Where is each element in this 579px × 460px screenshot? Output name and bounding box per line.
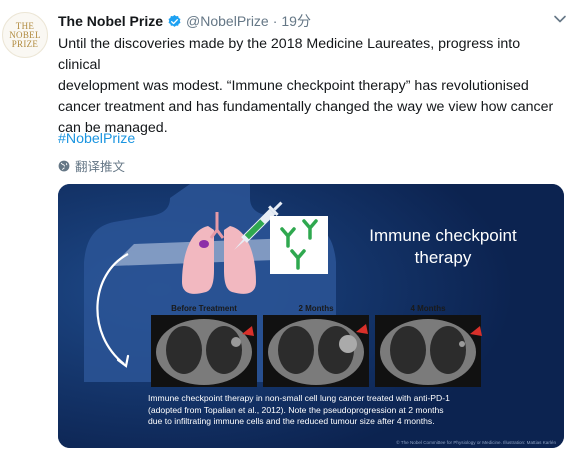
illustration-credit: © The Nobel Committee for Physiology or … — [396, 440, 556, 445]
avatar-line: PRIZE — [11, 38, 39, 49]
tweet-header: The Nobel Prize @NobelPrize · 19分 — [58, 11, 311, 31]
ct-scan-2 — [263, 315, 369, 387]
handle[interactable]: @NobelPrize — [186, 13, 269, 29]
caption-line: (adopted from Topalian et al., 2012). No… — [148, 404, 444, 415]
ct-scan-1 — [151, 315, 257, 387]
tweet-text-line: cancer treatment and has fundamentally c… — [58, 99, 554, 115]
globe-icon — [58, 160, 70, 171]
timestamp[interactable]: 19分 — [281, 11, 311, 31]
illustration-title: Immune checkpoint therapy — [353, 225, 533, 269]
verified-badge-icon — [168, 14, 181, 27]
illustration-caption: Immune checkpoint therapy in non-small c… — [148, 393, 478, 428]
separator-dot: · — [272, 13, 278, 29]
caption-line: Immune checkpoint therapy in non-small c… — [148, 393, 450, 403]
translate-tweet-button[interactable]: 翻译推文 — [58, 156, 125, 175]
scan-label-2-months: 2 Months — [298, 304, 334, 313]
tweet-text-line: development was modest. “Immune checkpoi… — [58, 78, 529, 94]
hashtag-link[interactable]: #NobelPrize — [58, 131, 135, 147]
scan-label-before: Before Treatment — [171, 304, 237, 313]
chevron-down-icon[interactable] — [553, 12, 567, 26]
illustration-title-line: Immune checkpoint — [369, 226, 517, 245]
tweet: THE NOBEL PRIZE The Nobel Prize @NobelPr… — [0, 0, 579, 460]
display-name[interactable]: The Nobel Prize — [58, 13, 163, 29]
tweet-media-image[interactable]: Immune checkpoint therapy Before Treatme… — [58, 184, 564, 448]
caption-line: due to infiltrating immune cells and the… — [148, 416, 435, 426]
avatar[interactable]: THE NOBEL PRIZE — [2, 12, 48, 58]
translate-label: 翻译推文 — [75, 160, 126, 174]
scan-label-4-months: 4 Months — [410, 304, 446, 313]
tweet-text-line: Until the discoveries made by the 2018 M… — [58, 36, 521, 73]
illustration-title-line: therapy — [414, 248, 472, 267]
tweet-text: Until the discoveries made by the 2018 M… — [58, 34, 558, 139]
ct-scan-3 — [375, 315, 482, 387]
